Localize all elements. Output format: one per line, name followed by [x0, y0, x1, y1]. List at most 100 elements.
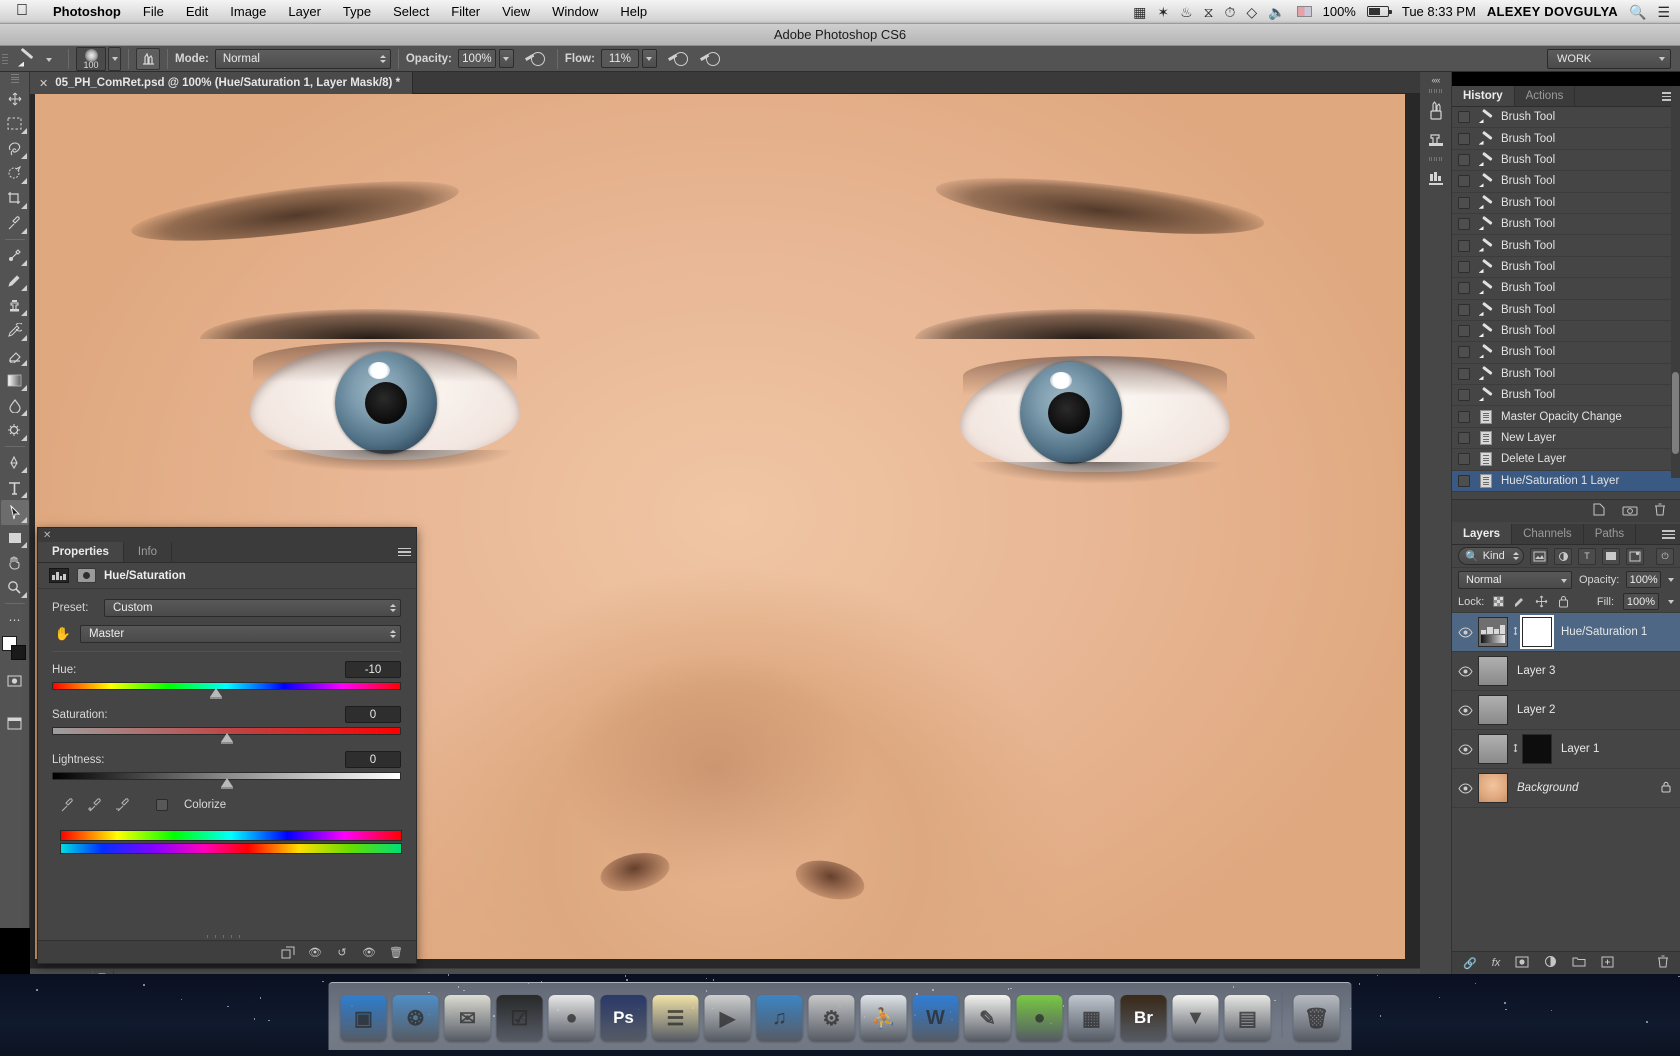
layer-row[interactable]: Hue/Saturation 1 — [1452, 613, 1680, 652]
layer-filter-kind-select[interactable]: 🔍 Kind — [1458, 547, 1524, 565]
history-state-source-checkbox[interactable] — [1458, 325, 1470, 337]
delete-state-icon[interactable] — [1654, 503, 1666, 519]
pen-tool[interactable] — [1, 450, 29, 475]
layer-visibility-eye-icon[interactable] — [1452, 666, 1478, 677]
dock-item-facetime[interactable]: ▶ — [705, 995, 751, 1041]
tablet-pressure-size-icon[interactable] — [701, 48, 725, 70]
lock-position-icon[interactable] — [1535, 595, 1548, 608]
airplay-icon[interactable]: ▦ — [1133, 5, 1146, 19]
dock-item-textedit[interactable]: ✎ — [965, 995, 1011, 1041]
filter-pixel-icon[interactable] — [1530, 548, 1548, 565]
diamond-icon[interactable]: ◇ — [1246, 5, 1257, 19]
opacity-slider-dropdown-icon[interactable] — [1668, 578, 1674, 582]
filter-power-toggle-icon[interactable]: ⏻ — [1656, 548, 1674, 565]
dock-item-word[interactable]: W — [913, 995, 959, 1041]
panel-menu-icon[interactable] — [1662, 529, 1675, 540]
close-icon[interactable]: ✕ — [43, 530, 51, 541]
opacity-slider-dropdown[interactable] — [499, 49, 514, 68]
rectangular-marquee-tool[interactable] — [1, 111, 29, 136]
layer-row[interactable]: Layer 3 — [1452, 652, 1680, 691]
history-state-source-checkbox[interactable] — [1458, 304, 1470, 316]
battery-percent[interactable]: 100% — [1323, 4, 1356, 19]
dock-item-mail[interactable]: ✉ — [445, 995, 491, 1041]
history-state-row[interactable]: Brush Tool — [1452, 364, 1680, 385]
history-state-source-checkbox[interactable] — [1458, 261, 1470, 273]
menu-select[interactable]: Select — [382, 4, 440, 19]
dropbox-icon[interactable]: ⧖ — [1204, 5, 1214, 19]
dock-item-evernote[interactable]: ● — [1017, 995, 1063, 1041]
history-state-row[interactable]: Brush Tool — [1452, 193, 1680, 214]
volume-icon[interactable]: 🔈 — [1268, 5, 1285, 19]
menu-layer[interactable]: Layer — [277, 4, 332, 19]
history-state-row[interactable]: Hue/Saturation 1 Layer — [1452, 471, 1680, 492]
spot-healing-brush-tool[interactable] — [1, 243, 29, 268]
layer-thumbnail-photo[interactable] — [1478, 773, 1508, 803]
layer-visibility-eye-icon[interactable] — [1452, 627, 1478, 638]
type-tool[interactable] — [1, 475, 29, 500]
lock-all-icon[interactable] — [1557, 595, 1570, 608]
delete-layer-icon[interactable] — [1657, 955, 1669, 971]
dock-item-itunes[interactable]: ♫ — [757, 995, 803, 1041]
battery-icon[interactable] — [1367, 6, 1389, 17]
history-state-source-checkbox[interactable] — [1458, 154, 1470, 166]
layer-mask-thumbnail[interactable] — [1522, 734, 1552, 764]
history-state-source-checkbox[interactable] — [1458, 240, 1470, 252]
filter-smart-object-icon[interactable] — [1626, 548, 1644, 565]
dock-item-bridge[interactable]: Br — [1121, 995, 1167, 1041]
background-color-swatch[interactable] — [11, 645, 26, 660]
clip-to-layer-icon[interactable] — [281, 945, 295, 959]
saturation-input[interactable]: 0 — [345, 706, 401, 723]
airbrush-icon[interactable] — [526, 48, 550, 70]
menu-help[interactable]: Help — [609, 4, 658, 19]
tab-info[interactable]: Info — [124, 542, 172, 562]
tab-history[interactable]: History — [1452, 86, 1515, 106]
saturation-slider-thumb[interactable] — [221, 733, 233, 742]
move-tool[interactable] — [1, 86, 29, 111]
layer-opacity-input[interactable]: 100% — [1626, 571, 1661, 588]
layer-visibility-eye-icon[interactable] — [1452, 783, 1478, 794]
lightness-slider-thumb[interactable] — [221, 778, 233, 787]
dock-item-system-preferences[interactable]: ⚙ — [809, 995, 855, 1041]
history-state-row[interactable]: Brush Tool — [1452, 300, 1680, 321]
dock-item-photoshop[interactable]: Ps — [601, 995, 647, 1041]
eyedropper-subtract-icon[interactable] — [114, 796, 132, 814]
scrollbar-thumb[interactable] — [1672, 372, 1679, 454]
saturation-slider[interactable] — [52, 727, 401, 735]
layer-mask-thumbnail[interactable] — [1522, 617, 1552, 647]
layer-row[interactable]: Layer 1 — [1452, 730, 1680, 769]
options-bar-grip[interactable] — [0, 46, 10, 72]
dock-item-documents-stack[interactable]: ▤ — [1225, 995, 1271, 1041]
history-state-row[interactable]: Brush Tool — [1452, 235, 1680, 256]
dock-item-reminders[interactable]: ☑ — [497, 995, 543, 1041]
lock-image-pixels-icon[interactable] — [1513, 595, 1526, 608]
dock-item-chrome[interactable]: ● — [549, 995, 595, 1041]
history-state-source-checkbox[interactable] — [1458, 175, 1470, 187]
flow-slider-dropdown[interactable] — [642, 49, 657, 68]
workspace-switcher-button[interactable]: WORK — [1547, 49, 1671, 69]
eyedropper-tool[interactable] — [1, 211, 29, 236]
apple-logo-icon[interactable]:  — [0, 3, 42, 19]
reset-icon[interactable]: ↺ — [335, 945, 349, 959]
history-state-row[interactable]: Brush Tool — [1452, 385, 1680, 406]
layer-list[interactable]: Hue/Saturation 1Layer 3Layer 2Layer 1Bac… — [1452, 613, 1680, 808]
history-state-row[interactable]: New Layer — [1452, 428, 1680, 449]
hand-tool[interactable] — [1, 550, 29, 575]
view-previous-state-icon[interactable]: 👁 — [308, 945, 322, 959]
flow-input[interactable]: 11% — [601, 49, 639, 68]
history-state-row[interactable]: Master Opacity Change — [1452, 406, 1680, 427]
opacity-input[interactable]: 100% — [458, 49, 496, 68]
history-state-source-checkbox[interactable] — [1458, 133, 1470, 145]
dock-item-notes[interactable]: ☰ — [653, 995, 699, 1041]
zoom-tool[interactable] — [1, 575, 29, 600]
history-state-source-checkbox[interactable] — [1458, 475, 1470, 487]
history-state-source-checkbox[interactable] — [1458, 282, 1470, 294]
tab-paths[interactable]: Paths — [1584, 524, 1636, 544]
eraser-tool[interactable] — [1, 343, 29, 368]
add-layer-mask-icon[interactable] — [1515, 956, 1529, 971]
properties-panel-titlebar[interactable]: ✕ — [38, 528, 416, 542]
gradient-tool[interactable] — [1, 368, 29, 393]
history-state-row[interactable]: Brush Tool — [1452, 107, 1680, 128]
history-state-row[interactable]: Brush Tool — [1452, 171, 1680, 192]
new-layer-icon[interactable] — [1601, 956, 1614, 971]
history-state-source-checkbox[interactable] — [1458, 197, 1470, 209]
